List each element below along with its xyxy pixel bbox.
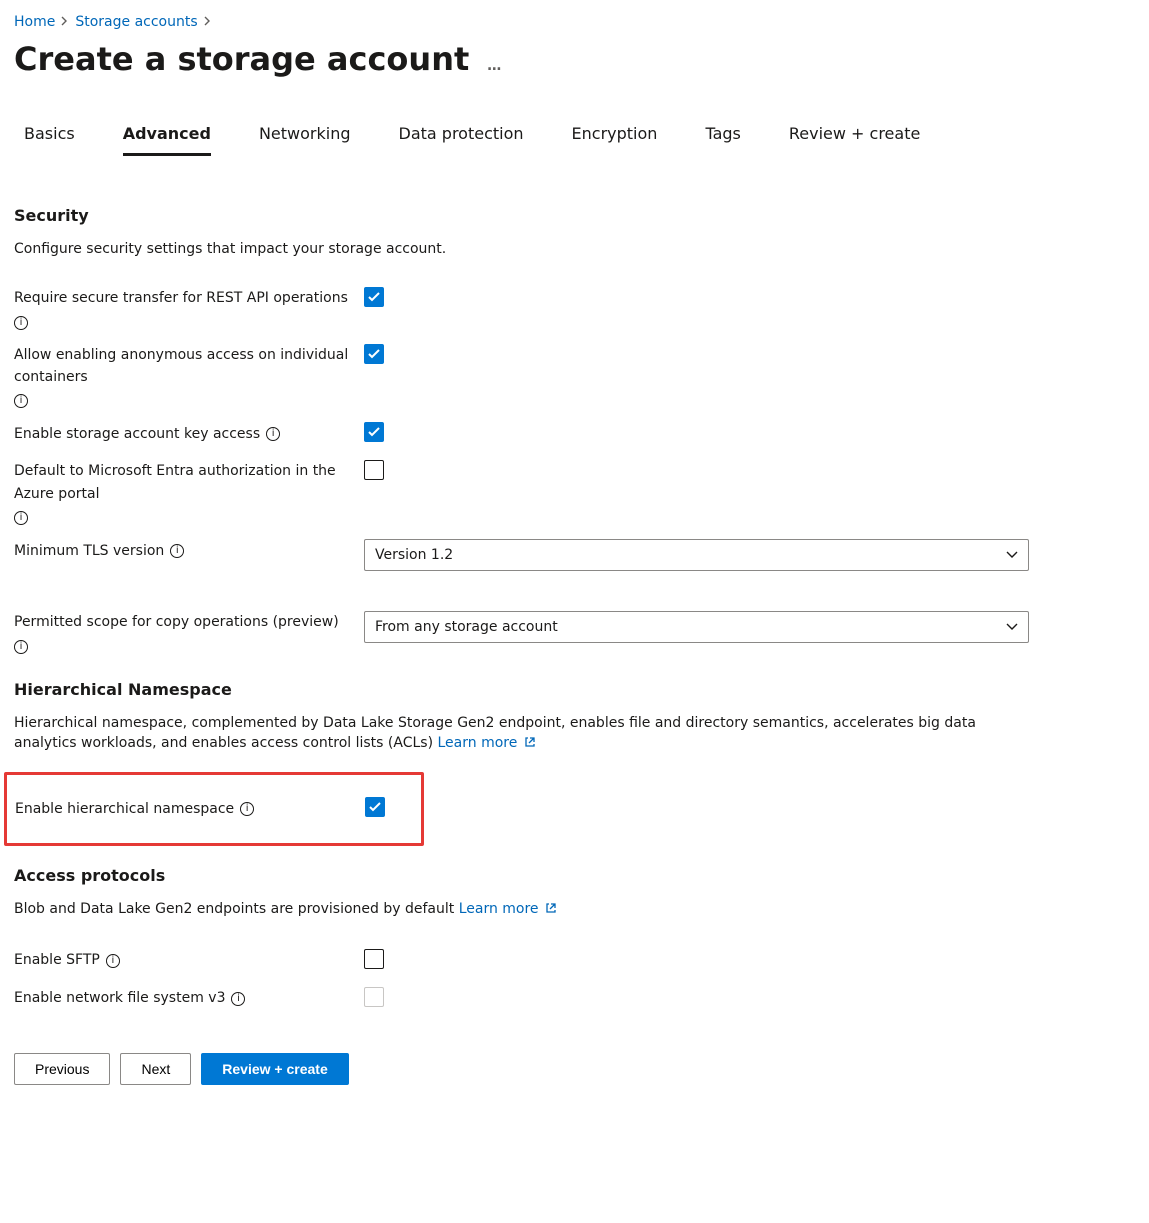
- hns-highlight-box: Enable hierarchical namespace i: [4, 772, 424, 846]
- info-icon[interactable]: i: [14, 316, 28, 330]
- hns-learn-more-link[interactable]: Learn more: [438, 735, 536, 751]
- tab-advanced[interactable]: Advanced: [123, 120, 211, 156]
- tab-encryption[interactable]: Encryption: [572, 120, 658, 156]
- tab-networking[interactable]: Networking: [259, 120, 351, 156]
- external-link-icon: [545, 900, 557, 920]
- wizard-footer: Previous Next Review + create: [14, 1039, 1135, 1085]
- enable-key-access-checkbox[interactable]: [364, 422, 384, 442]
- previous-button[interactable]: Previous: [14, 1053, 110, 1085]
- breadcrumb: Home Storage accounts: [14, 14, 1135, 30]
- info-icon[interactable]: i: [14, 394, 28, 408]
- access-protocols-title: Access protocols: [14, 866, 1135, 885]
- security-desc: Configure security settings that impact …: [14, 239, 1034, 259]
- info-icon[interactable]: i: [266, 427, 280, 441]
- enable-nfs-label: Enable network file system v3 i: [14, 987, 364, 1011]
- hns-title: Hierarchical Namespace: [14, 680, 1135, 699]
- copy-scope-select[interactable]: From any storage account: [364, 611, 1029, 643]
- enable-hns-checkbox[interactable]: [365, 797, 385, 817]
- enable-key-access-label: Enable storage account key access i: [14, 422, 364, 446]
- tab-review[interactable]: Review + create: [789, 120, 920, 156]
- allow-anon-access-label: Allow enabling anonymous access on indiv…: [14, 344, 364, 409]
- more-button[interactable]: …: [487, 58, 503, 74]
- security-title: Security: [14, 206, 1135, 225]
- min-tls-value: Version 1.2: [375, 547, 453, 563]
- enable-nfs-checkbox: [364, 987, 384, 1007]
- info-icon[interactable]: i: [170, 544, 184, 558]
- next-button[interactable]: Next: [120, 1053, 191, 1085]
- chevron-right-icon: [61, 15, 69, 29]
- entra-auth-checkbox[interactable]: [364, 460, 384, 480]
- copy-scope-label: Permitted scope for copy operations (pre…: [14, 611, 364, 653]
- copy-scope-value: From any storage account: [375, 619, 558, 635]
- breadcrumb-home[interactable]: Home: [14, 14, 55, 30]
- tab-strip: Basics Advanced Networking Data protecti…: [14, 120, 1135, 156]
- entra-auth-label: Default to Microsoft Entra authorization…: [14, 460, 364, 525]
- info-icon[interactable]: i: [240, 802, 254, 816]
- tab-data-protection[interactable]: Data protection: [399, 120, 524, 156]
- min-tls-select[interactable]: Version 1.2: [364, 539, 1029, 571]
- chevron-right-icon: [204, 15, 212, 29]
- chevron-down-icon: [1006, 547, 1018, 563]
- access-protocols-learn-more-link[interactable]: Learn more: [459, 901, 557, 917]
- tab-tags[interactable]: Tags: [705, 120, 740, 156]
- external-link-icon: [524, 734, 536, 754]
- info-icon[interactable]: i: [14, 511, 28, 525]
- chevron-down-icon: [1006, 619, 1018, 635]
- info-icon[interactable]: i: [14, 640, 28, 654]
- page-title: Create a storage account: [14, 40, 469, 78]
- access-protocols-desc-wrapper: Blob and Data Lake Gen2 endpoints are pr…: [14, 899, 1034, 920]
- access-protocols-desc: Blob and Data Lake Gen2 endpoints are pr…: [14, 901, 454, 917]
- require-secure-transfer-checkbox[interactable]: [364, 287, 384, 307]
- enable-sftp-checkbox[interactable]: [364, 949, 384, 969]
- enable-hns-label: Enable hierarchical namespace i: [15, 797, 365, 821]
- allow-anon-access-checkbox[interactable]: [364, 344, 384, 364]
- require-secure-transfer-label: Require secure transfer for REST API ope…: [14, 287, 364, 329]
- tab-basics[interactable]: Basics: [24, 120, 75, 156]
- info-icon[interactable]: i: [231, 992, 245, 1006]
- hns-desc-wrapper: Hierarchical namespace, complemented by …: [14, 713, 1034, 755]
- review-create-button[interactable]: Review + create: [201, 1053, 348, 1085]
- min-tls-label: Minimum TLS version i: [14, 539, 364, 563]
- enable-sftp-label: Enable SFTP i: [14, 949, 364, 973]
- breadcrumb-storage-accounts[interactable]: Storage accounts: [75, 14, 197, 30]
- info-icon[interactable]: i: [106, 954, 120, 968]
